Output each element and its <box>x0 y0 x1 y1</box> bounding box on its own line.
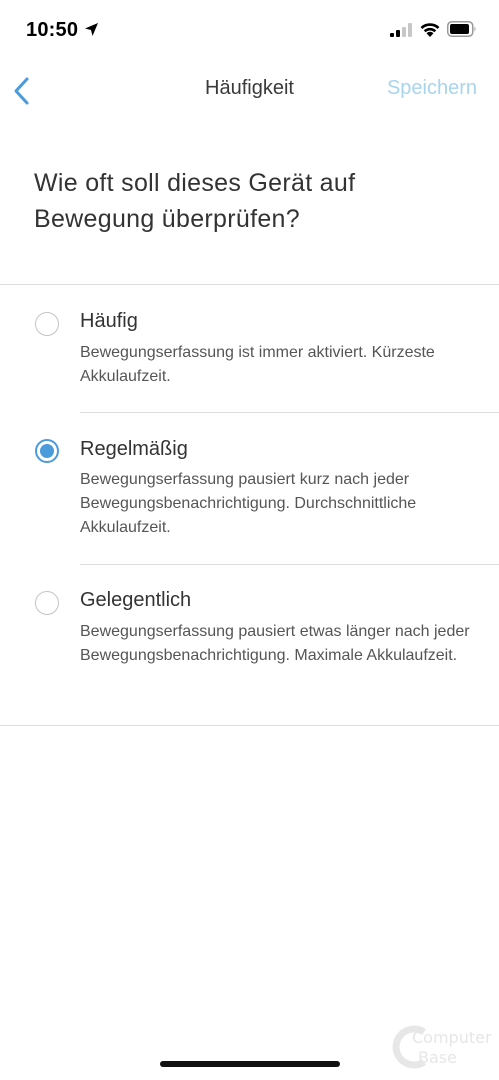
status-bar: 10:50 <box>0 0 499 62</box>
option-title: Gelegentlich <box>80 589 192 611</box>
radio-button-unselected[interactable] <box>35 312 59 336</box>
question-heading: Wie oft soll dieses Gerät auf Bewegung ü… <box>34 169 356 233</box>
option-divider <box>80 412 499 413</box>
status-time: 10:50 <box>26 19 79 41</box>
option-description: Bewegungserfassung pausiert etwas länger… <box>80 623 470 664</box>
section-divider <box>0 284 499 285</box>
computerbase-watermark: Computer Base <box>388 1022 498 1072</box>
battery-icon <box>447 21 477 37</box>
option-title: Häufig <box>80 310 138 332</box>
watermark-line1: Computer <box>412 1028 492 1047</box>
location-arrow-icon <box>84 22 99 37</box>
cellular-signal-icon <box>390 23 412 37</box>
option-description: Bewegungserfassung pausiert kurz nach je… <box>80 471 417 536</box>
frequency-settings-screen: 10:50 Häufigkeit Speichern Wie oft soll … <box>0 0 499 1080</box>
option-regelmaessig[interactable]: Regelmäßig Bewegungserfassung pausiert k… <box>0 426 499 562</box>
radio-button-unselected[interactable] <box>35 591 59 615</box>
radio-button-selected[interactable] <box>35 439 59 463</box>
home-indicator[interactable] <box>160 1061 340 1067</box>
option-title: Regelmäßig <box>80 438 188 460</box>
section-divider <box>0 725 499 726</box>
option-haeufig[interactable]: Häufig Bewegungserfassung ist immer akti… <box>0 300 499 410</box>
option-divider <box>80 564 499 565</box>
option-description: Bewegungserfassung ist immer aktiviert. … <box>80 344 435 385</box>
save-button[interactable]: Speichern <box>387 77 477 100</box>
option-gelegentlich[interactable]: Gelegentlich Bewegungserfassung pausiert… <box>0 579 499 715</box>
wifi-icon <box>419 20 441 38</box>
navigation-bar: Häufigkeit Speichern <box>0 62 499 118</box>
watermark-line2: Base <box>418 1048 457 1067</box>
